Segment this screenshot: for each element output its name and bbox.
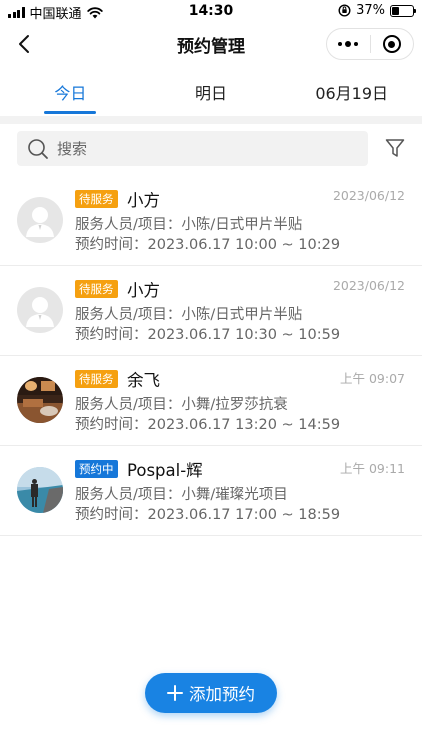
miniapp-capsule: [326, 28, 414, 60]
status-badge: 待服务: [75, 190, 118, 208]
appt-time-line: 预约时间：2023.06.17 10:00 ~ 10:29: [75, 233, 340, 254]
created-time: 2023/06/12: [332, 188, 405, 203]
staff-item-value: 小舞/拉罗莎抗衰: [181, 397, 288, 413]
search-input[interactable]: [57, 139, 337, 158]
appt-time-line: 预约时间：2023.06.17 10:30 ~ 10:59: [75, 323, 340, 344]
staff-item-value: 小陈/日式甲片半贴: [181, 307, 303, 323]
appt-time-value: 2023.06.17 10:30 ~ 10:59: [147, 327, 341, 343]
staff-item-line: 服务人员/项目：小舞/璀璨光项目: [75, 483, 288, 504]
default-avatar: [17, 197, 63, 243]
tab-tomorrow[interactable]: 明日: [141, 66, 282, 116]
add-appointment-label: 添加预约: [189, 685, 255, 704]
created-time: 2023/06/12: [332, 278, 405, 293]
date-tabs: 今日 明日 06月19日: [0, 66, 422, 116]
battery-icon: [390, 4, 416, 17]
orientation-lock-icon: [338, 4, 351, 17]
appointment-item[interactable]: 预约中 Pospal-辉 上午 09:11 服务人员/项目：小舞/璀璨光项目 预…: [0, 446, 422, 536]
staff-item-value: 小陈/日式甲片半贴: [181, 217, 303, 233]
staff-item-line: 服务人员/项目：小陈/日式甲片半贴: [75, 213, 302, 234]
appointment-item[interactable]: 待服务 余飞 上午 09:07 服务人员/项目：小舞/拉罗莎抗衰 预约时间：20…: [0, 356, 422, 446]
status-badge: 预约中: [75, 460, 118, 478]
staff-item-line: 服务人员/项目：小陈/日式甲片半贴: [75, 303, 302, 324]
appt-time-line: 预约时间：2023.06.17 17:00 ~ 18:59: [75, 503, 340, 524]
appointment-list: 待服务 小方 2023/06/12 服务人员/项目：小陈/日式甲片半贴 预约时间…: [0, 176, 422, 536]
status-bar: 中国联通 14:30 37%: [0, 0, 422, 22]
staff-item-label: 服务人员/项目：: [75, 307, 182, 323]
appointment-item[interactable]: 待服务 小方 2023/06/12 服务人员/项目：小陈/日式甲片半贴 预约时间…: [0, 176, 422, 266]
customer-name: Pospal-辉: [127, 461, 203, 480]
appt-time-value: 2023.06.17 10:00 ~ 10:29: [147, 237, 341, 253]
search-icon: [28, 138, 48, 159]
staff-item-line: 服务人员/项目：小舞/拉罗莎抗衰: [75, 393, 288, 414]
photo-avatar: [17, 467, 63, 513]
appt-time-label: 预约时间：: [75, 327, 148, 343]
filter-button[interactable]: [384, 137, 406, 159]
tab-date[interactable]: 06月19日: [281, 66, 422, 116]
status-badge: 待服务: [75, 280, 118, 298]
default-avatar: [17, 287, 63, 333]
appt-time-value: 2023.06.17 13:20 ~ 14:59: [147, 417, 341, 433]
staff-item-label: 服务人员/项目：: [75, 217, 182, 233]
appt-time-label: 预约时间：: [75, 507, 148, 523]
status-right: 37%: [338, 3, 416, 18]
staff-item-value: 小舞/璀璨光项目: [181, 487, 288, 503]
customer-name: 小方: [127, 281, 160, 300]
staff-item-label: 服务人员/项目：: [75, 487, 182, 503]
appt-time-value: 2023.06.17 17:00 ~ 18:59: [147, 507, 341, 523]
status-badge: 待服务: [75, 370, 118, 388]
staff-item-label: 服务人员/项目：: [75, 397, 182, 413]
nav-bar: 预约管理: [0, 22, 422, 66]
photo-avatar: [17, 377, 63, 423]
tab-today[interactable]: 今日: [0, 66, 141, 116]
search-row: [0, 124, 422, 176]
plus-icon: [167, 685, 183, 701]
customer-name: 余飞: [127, 371, 160, 390]
search-box: [17, 131, 368, 166]
created-time: 上午 09:07: [340, 371, 405, 386]
customer-name: 小方: [127, 191, 160, 210]
battery-percent: 37%: [356, 3, 385, 18]
more-icon: [338, 41, 359, 47]
appt-time-label: 预约时间：: [75, 417, 148, 433]
filter-icon: [385, 139, 405, 157]
close-miniapp-button[interactable]: [371, 29, 414, 59]
created-time: 上午 09:11: [340, 461, 405, 476]
section-divider: [0, 116, 422, 124]
more-button[interactable]: [327, 29, 370, 59]
battery-fill: [392, 6, 400, 15]
appt-time-label: 预约时间：: [75, 237, 148, 253]
appt-time-line: 预约时间：2023.06.17 13:20 ~ 14:59: [75, 413, 340, 434]
appointment-item[interactable]: 待服务 小方 2023/06/12 服务人员/项目：小陈/日式甲片半贴 预约时间…: [0, 266, 422, 356]
add-appointment-button[interactable]: 添加预约: [145, 673, 277, 713]
close-target-icon: [382, 35, 401, 53]
